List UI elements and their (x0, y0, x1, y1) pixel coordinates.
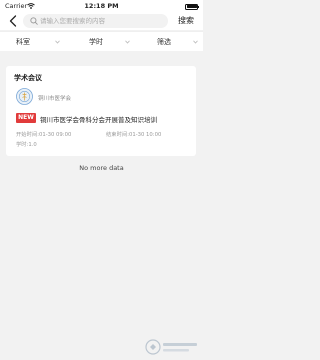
search-button[interactable]: 搜索 (174, 14, 198, 28)
chevron-down-icon (193, 40, 198, 44)
battery-icon (185, 3, 199, 10)
filter-credit-hours[interactable]: 学时 (68, 32, 136, 52)
filter-more[interactable]: 筛选 (136, 32, 203, 52)
filter-credit-hours-label: 学时 (89, 38, 103, 46)
filter-bar: 科室 学时 筛选 (0, 31, 203, 51)
status-bar: Carrier 12:18 PM (0, 0, 203, 12)
list-end-message: No more data (79, 164, 124, 172)
search-header: 搜索 (0, 12, 203, 30)
credit-hours: 学时:1.0 (16, 142, 37, 148)
back-arrow-icon[interactable] (9, 15, 17, 27)
search-box[interactable] (23, 14, 168, 28)
event-title[interactable]: 铜川市医学会骨科分会开展普及知识培训 (40, 114, 157, 124)
search-icon (30, 17, 38, 25)
search-input[interactable] (40, 14, 164, 28)
organization-name: 铜川市医学会 (38, 96, 72, 102)
filter-department[interactable]: 科室 (0, 32, 68, 52)
filter-more-label: 筛选 (157, 38, 171, 46)
chevron-down-icon (125, 40, 130, 44)
organization-logo-icon (16, 88, 33, 105)
new-badge: NEW (16, 113, 36, 123)
end-time: 结束时间:01-30 10:00 (106, 132, 162, 138)
status-time: 12:18 PM (84, 2, 119, 10)
watermark-logo-icon (145, 339, 197, 355)
filter-department-label: 科室 (16, 38, 30, 46)
card-category: 学术会议 (14, 74, 42, 82)
start-time: 开始时间:01-30 09:00 (16, 132, 72, 138)
event-card[interactable]: 学术会议 铜川市医学会 NEW 铜川市医学会骨科分会开展普及知识培训 开始时间:… (6, 66, 196, 156)
chevron-down-icon (55, 40, 60, 44)
